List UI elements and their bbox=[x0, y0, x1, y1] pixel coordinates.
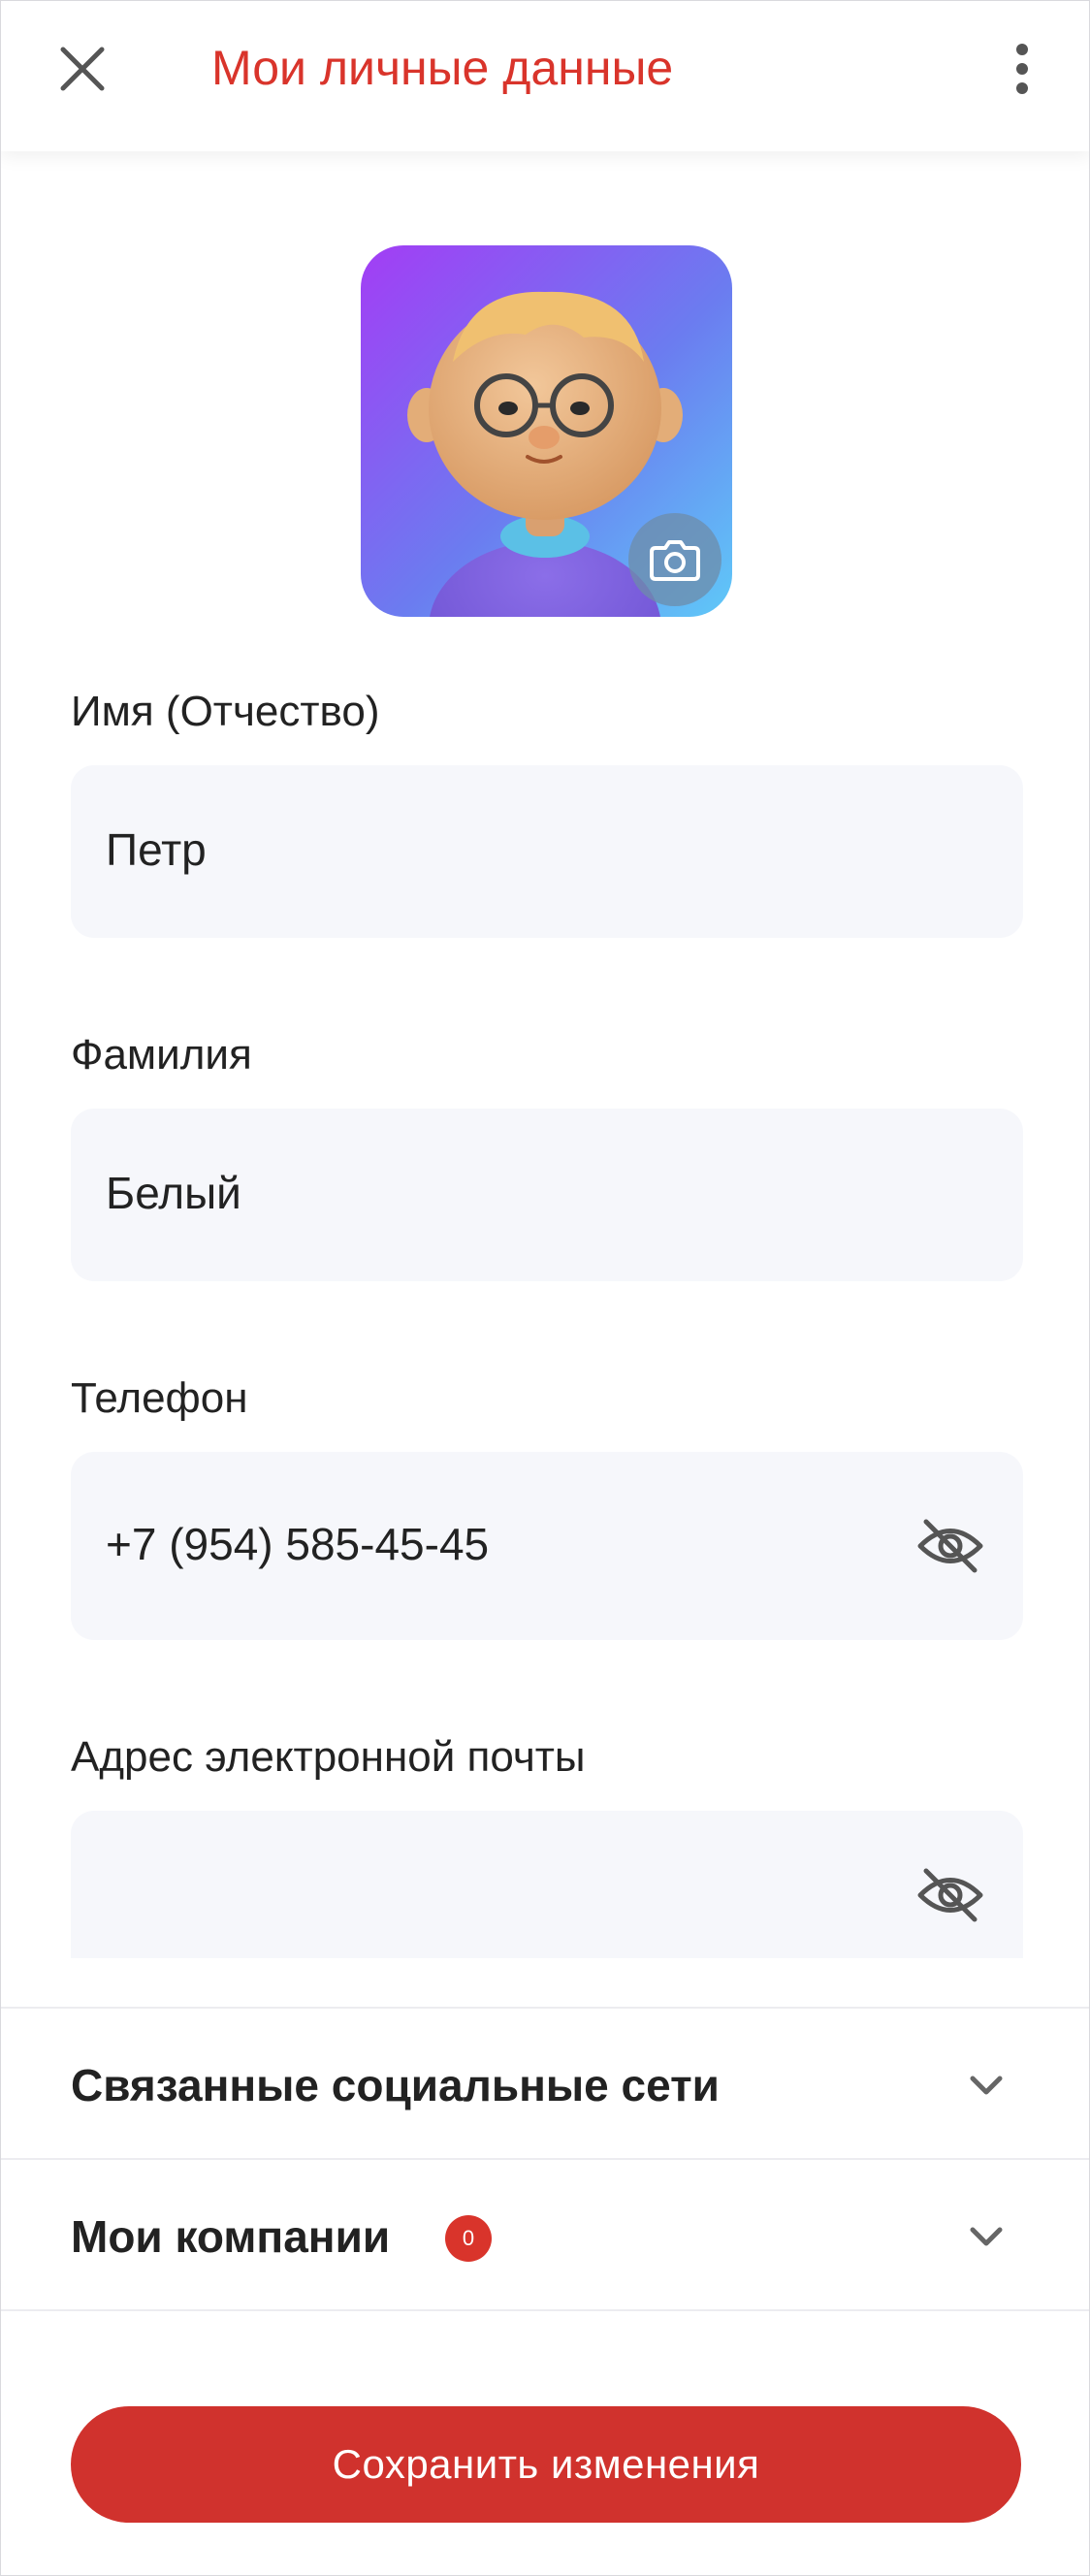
chevron-down-icon bbox=[970, 2227, 1003, 2246]
change-photo-button[interactable] bbox=[628, 513, 721, 606]
eye-off-icon bbox=[917, 1868, 983, 1922]
my-companies-toggle[interactable] bbox=[961, 2212, 1011, 2263]
chevron-down-icon bbox=[970, 2076, 1003, 2095]
toggle-email-visibility-button[interactable] bbox=[914, 1859, 986, 1931]
phone-field[interactable]: +7 (954) 585-45-45 bbox=[71, 1452, 1023, 1640]
email-label: Адрес электронной почты bbox=[71, 1733, 586, 1781]
last-name-value: Белый bbox=[106, 1168, 241, 1218]
close-icon bbox=[60, 47, 105, 91]
companies-count-badge: 0 bbox=[445, 2215, 492, 2262]
more-options-button[interactable] bbox=[1000, 38, 1044, 100]
divider bbox=[1, 2309, 1089, 2311]
save-changes-button[interactable]: Сохранить изменения bbox=[71, 2406, 1021, 2523]
last-name-label: Фамилия bbox=[71, 1031, 252, 1079]
phone-value: +7 (954) 585-45-45 bbox=[106, 1519, 490, 1569]
first-name-value: Петр bbox=[106, 824, 207, 875]
email-field[interactable] bbox=[71, 1811, 1023, 1958]
divider bbox=[1, 2158, 1089, 2160]
phone-label: Телефон bbox=[71, 1374, 248, 1422]
page-title: Мои личные данные bbox=[211, 41, 674, 95]
divider bbox=[1, 2007, 1089, 2009]
camera-icon bbox=[650, 540, 700, 581]
eye-off-icon bbox=[917, 1519, 983, 1573]
screen: Мои личные данные Имя (Отчество) Петр Фа… bbox=[0, 0, 1090, 2576]
more-vertical-icon bbox=[1016, 44, 1028, 94]
top-app-bar: Мои личные данные bbox=[1, 1, 1089, 151]
toggle-phone-visibility-button[interactable] bbox=[914, 1510, 986, 1582]
first-name-label: Имя (Отчество) bbox=[71, 688, 380, 735]
last-name-field[interactable]: Белый bbox=[71, 1109, 1023, 1281]
social-networks-title[interactable]: Связанные социальные сети bbox=[71, 2059, 720, 2111]
first-name-field[interactable]: Петр bbox=[71, 765, 1023, 938]
close-button[interactable] bbox=[51, 38, 113, 100]
my-companies-title[interactable]: Мои компании bbox=[71, 2210, 390, 2263]
social-networks-toggle[interactable] bbox=[961, 2061, 1011, 2111]
